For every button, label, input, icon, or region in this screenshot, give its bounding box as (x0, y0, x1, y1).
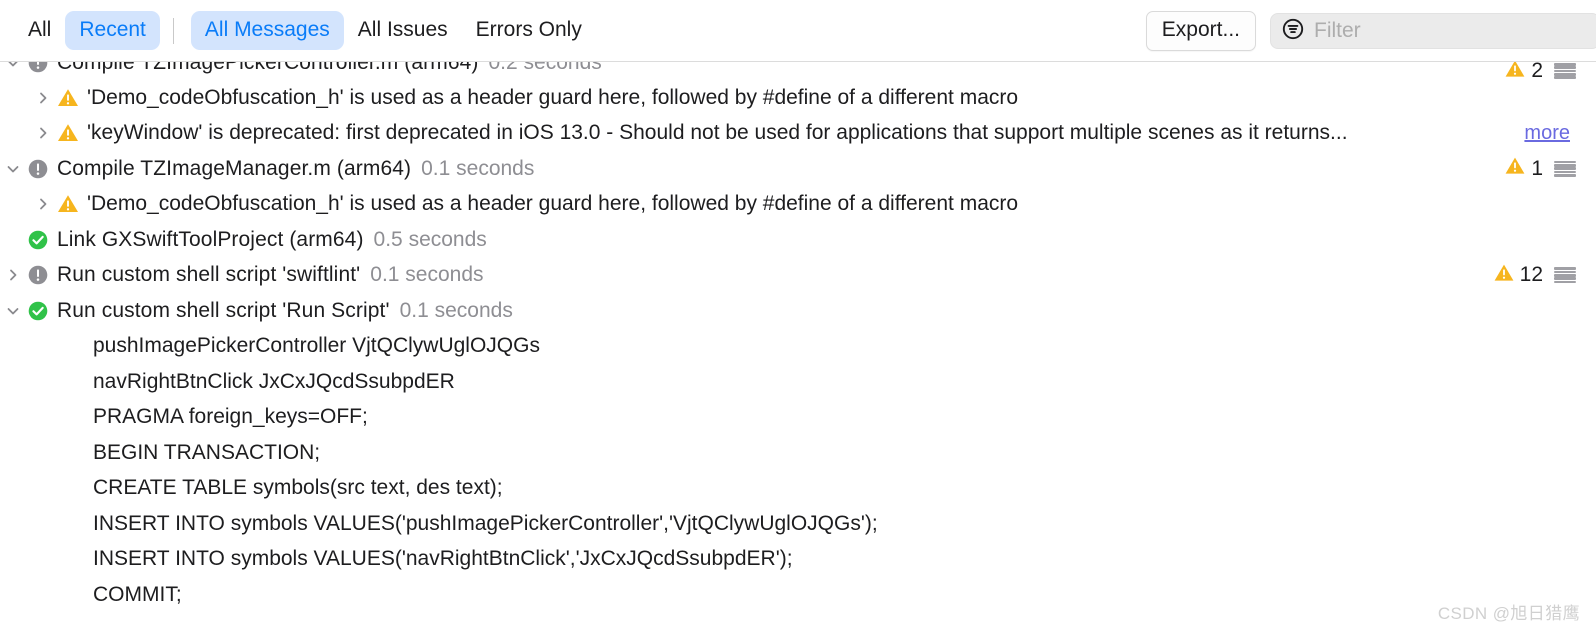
warning-circle-icon (26, 62, 50, 75)
message-filter-segmented-control: All Messages All Issues Errors Only (187, 11, 596, 50)
scope-button-recent[interactable]: Recent (65, 11, 160, 50)
show-log-icon[interactable] (1554, 63, 1576, 79)
navigator-filter-toolbar: All Recent All Messages All Issues Error… (0, 0, 1596, 62)
script-output-line: navRightBtnClick JxCxJQcdSsubpdER (93, 369, 455, 393)
script-output-line: pushImagePickerController VjtQClywUglOJQ… (93, 334, 540, 358)
row-title: Run custom shell script 'Run Script' (57, 298, 390, 322)
filter-button-all-issues[interactable]: All Issues (344, 11, 462, 50)
build-log-row-run-script-swiftlint[interactable]: Run custom shell script 'swiftlint' 0.1 … (0, 258, 1596, 294)
warning-triangle-icon (56, 192, 80, 216)
warning-triangle-icon (56, 121, 80, 145)
issue-message: 'Demo_codeObfuscation_h' is used as a he… (87, 85, 1019, 109)
chevron-right-icon[interactable] (30, 197, 56, 211)
row-title: Compile TZImageManager.m (arm64) (57, 156, 412, 180)
row-right-accessories: 2 (1504, 62, 1576, 80)
row-duration: 0.2 seconds (488, 62, 602, 74)
show-log-icon[interactable] (1554, 267, 1576, 284)
row-duration: 0.5 seconds (373, 227, 487, 251)
build-log-row-compile-tzimagemanager[interactable]: Compile TZImageManager.m (arm64) 0.1 sec… (0, 151, 1596, 187)
row-title: Link GXSwiftToolProject (arm64) (57, 227, 364, 251)
filter-search-field[interactable]: Filter (1270, 13, 1596, 49)
row-title: Run custom shell script 'swiftlint' (57, 263, 361, 287)
chevron-down-icon[interactable] (0, 304, 26, 318)
build-log-row-compile-tzimagepickercontroller[interactable]: Compile TZImagePickerController.m (arm64… (0, 62, 1596, 80)
row-right-accessories: more (1524, 116, 1576, 152)
warning-circle-icon (26, 157, 50, 181)
warning-triangle-icon (1493, 262, 1515, 289)
chevron-right-icon[interactable] (0, 268, 26, 282)
toolbar-right-group: Export... Filter (1145, 0, 1596, 62)
watermark: CSDN @旭日猎鹰 (1437, 604, 1580, 623)
build-log-row-link-gxswifttoolproject[interactable]: Link GXSwiftToolProject (arm64) 0.5 seco… (0, 222, 1596, 258)
warning-triangle-icon (56, 86, 80, 110)
filter-button-all-messages[interactable]: All Messages (190, 11, 344, 50)
warning-count: 2 (1531, 62, 1543, 80)
chevron-down-icon[interactable] (0, 62, 26, 70)
row-duration: 0.1 seconds (421, 156, 535, 180)
row-duration: 0.1 seconds (399, 298, 513, 322)
filter-circle-icon (1281, 17, 1305, 46)
filter-placeholder-text: Filter (1314, 19, 1361, 42)
row-right-accessories: 12 (1493, 258, 1576, 294)
status-badge: 12 (1493, 262, 1543, 289)
chevron-right-icon[interactable] (30, 126, 56, 140)
build-log-row-run-script-run-script[interactable]: Run custom shell script 'Run Script' 0.1… (0, 293, 1596, 329)
toolbar-divider (172, 17, 174, 44)
build-log-row-issue-header-guard-2[interactable]: 'Demo_codeObfuscation_h' is used as a he… (0, 187, 1596, 223)
row-duration: 0.1 seconds (370, 263, 484, 287)
row-right-accessories: 1 (1504, 151, 1576, 187)
script-output-line: COMMIT; (93, 582, 182, 606)
show-log-icon[interactable] (1554, 160, 1576, 177)
more-link[interactable]: more (1524, 122, 1570, 145)
row-title: Compile TZImagePickerController.m (arm64… (57, 62, 479, 74)
status-badge: 1 (1504, 155, 1543, 182)
filter-button-errors-only[interactable]: Errors Only (462, 11, 596, 50)
success-check-icon (26, 228, 50, 252)
build-log-list[interactable]: Compile TZImagePickerController.m (arm64… (0, 62, 1596, 630)
warning-circle-icon (26, 263, 50, 287)
script-output-line: PRAGMA foreign_keys=OFF; (93, 405, 368, 429)
issue-message: 'Demo_codeObfuscation_h' is used as a he… (87, 192, 1019, 216)
build-log-row-issue-header-guard-1[interactable]: 'Demo_codeObfuscation_h' is used as a he… (0, 80, 1596, 116)
script-output-line: CREATE TABLE symbols(src text, des text)… (93, 476, 503, 500)
chevron-down-icon[interactable] (0, 162, 26, 176)
success-check-icon (26, 299, 50, 323)
warning-count: 1 (1531, 156, 1543, 180)
scope-segmented-control: All Recent (0, 11, 160, 50)
warning-triangle-icon (1504, 62, 1526, 80)
warning-count: 12 (1519, 263, 1543, 287)
script-output-line: INSERT INTO symbols VALUES('pushImagePic… (93, 511, 878, 535)
export-button[interactable]: Export... (1145, 11, 1256, 51)
issue-message: 'keyWindow' is deprecated: first depreca… (87, 121, 1348, 145)
build-log-row-issue-keywindow-deprecated[interactable]: 'keyWindow' is deprecated: first depreca… (0, 116, 1596, 152)
script-output-line: INSERT INTO symbols VALUES('navRightBtnC… (93, 547, 793, 571)
status-badge: 2 (1504, 62, 1543, 80)
scope-button-all[interactable]: All (14, 11, 65, 50)
chevron-right-icon[interactable] (30, 91, 56, 105)
script-output-line: BEGIN TRANSACTION; (93, 440, 321, 464)
warning-triangle-icon (1504, 155, 1526, 182)
